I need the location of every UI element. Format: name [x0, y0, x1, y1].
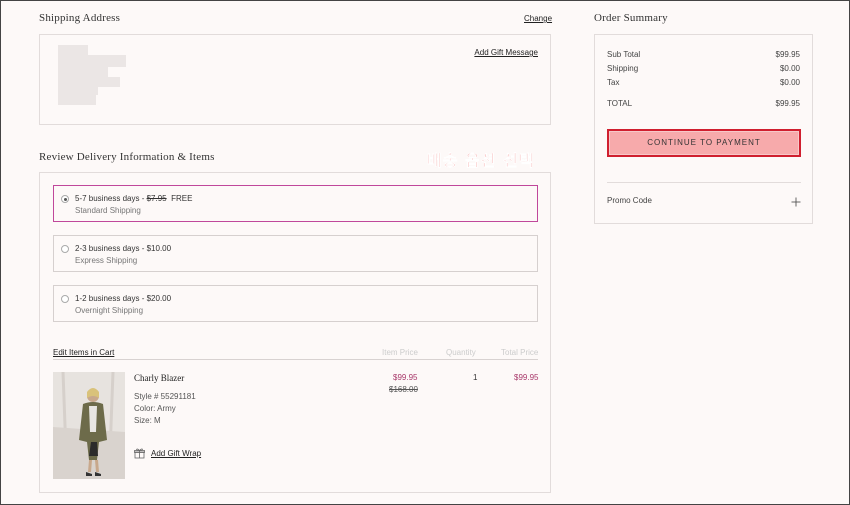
edit-items-link[interactable]: Edit Items in Cart [53, 348, 114, 357]
product-style: Style # 55291181 [134, 392, 196, 401]
summary-value: $0.00 [779, 78, 800, 87]
model-illustration [53, 372, 125, 479]
order-summary-title: Order Summary [594, 12, 668, 24]
add-gift-wrap-link[interactable]: Add Gift Wrap [151, 449, 201, 458]
continue-to-payment-button[interactable]: CONTINUE TO PAYMENT [607, 129, 801, 157]
option-method: Standard Shipping [75, 206, 141, 215]
summary-row-tax: Tax $0.00 [607, 78, 800, 87]
cart-divider [53, 359, 538, 360]
option-method: Express Shipping [75, 256, 138, 265]
summary-value: $99.95 [775, 99, 800, 108]
item-original-price: $168.00 [389, 385, 418, 394]
col-total-price: Total Price [501, 348, 539, 357]
delivery-box: 5-7 business days - $7.95 FREE Standard … [39, 172, 551, 493]
promo-code-row[interactable]: Promo Code [607, 195, 801, 211]
product-name[interactable]: Charly Blazer [134, 373, 184, 383]
summary-label: Tax [607, 78, 620, 87]
option-days: 2-3 business days - $10.00 [75, 244, 172, 253]
summary-row-subtotal: Sub Total $99.95 [607, 50, 800, 59]
option-days: 5-7 business days - [75, 194, 147, 203]
radio-standard[interactable] [61, 195, 69, 203]
change-address-link[interactable]: Change [524, 14, 552, 23]
product-image[interactable] [53, 372, 125, 479]
radio-express[interactable] [61, 245, 69, 253]
promo-code-label: Promo Code [607, 196, 652, 205]
shipping-address-box: Add Gift Message [39, 34, 551, 125]
item-quantity: 1 [473, 373, 478, 382]
summary-value: $99.95 [775, 50, 800, 59]
item-total: $99.95 [514, 373, 539, 382]
shipping-address-title: Shipping Address [39, 12, 121, 24]
order-summary-box: Sub Total $99.95 Shipping $0.00 Tax $0.0… [594, 34, 813, 224]
product-color: Color: Army [134, 404, 176, 413]
summary-label: Sub Total [607, 50, 641, 59]
shipping-option-express[interactable]: 2-3 business days - $10.00 Express Shipp… [53, 235, 538, 272]
option-method: Overnight Shipping [75, 306, 144, 315]
col-quantity: Quantity [446, 348, 476, 357]
shipping-option-overnight[interactable]: 1-2 business days - $20.00 Overnight Shi… [53, 285, 538, 322]
summary-row-total: TOTAL $99.95 [607, 99, 800, 108]
col-item-price: Item Price [382, 348, 419, 357]
product-size: Size: M [134, 416, 161, 425]
add-gift-message-link[interactable]: Add Gift Message [474, 48, 538, 57]
option-days: 1-2 business days - $20.00 [75, 294, 172, 303]
delivery-section-title: Review Delivery Information & Items [39, 151, 215, 163]
shipping-option-standard[interactable]: 5-7 business days - $7.95 FREE Standard … [53, 185, 538, 222]
summary-row-shipping: Shipping $0.00 [607, 64, 800, 73]
summary-value: $0.00 [779, 64, 800, 73]
option-price: FREE [171, 194, 193, 203]
gift-icon [134, 448, 145, 459]
summary-label: TOTAL [607, 99, 633, 108]
plus-icon[interactable] [791, 197, 801, 207]
radio-overnight[interactable] [61, 295, 69, 303]
item-price: $99.95 [393, 373, 418, 382]
annotation-label: 배송 옵션 선택 [427, 151, 535, 171]
summary-divider [607, 182, 801, 183]
summary-label: Shipping [607, 64, 639, 73]
option-old-price: $7.95 [146, 194, 167, 203]
